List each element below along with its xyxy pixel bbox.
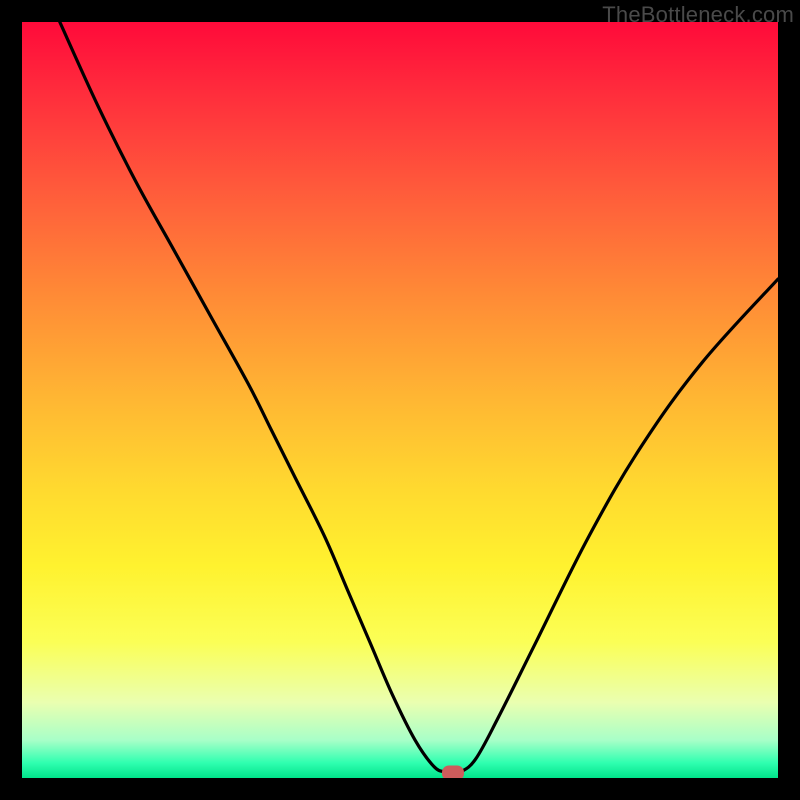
watermark-text: TheBottleneck.com	[602, 2, 794, 28]
chart-frame: TheBottleneck.com	[0, 0, 800, 800]
minimum-marker	[442, 765, 464, 778]
plot-area	[22, 22, 778, 778]
bottleneck-curve	[22, 22, 778, 778]
